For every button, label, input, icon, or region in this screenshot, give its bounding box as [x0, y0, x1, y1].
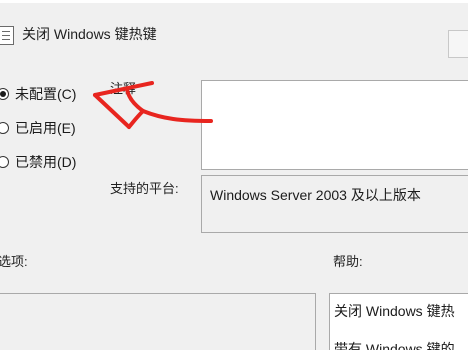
help-panel: 关闭 Windows 键热 带有 Windows 键的 — [329, 293, 468, 350]
help-line-1: 关闭 Windows 键热 — [334, 303, 455, 319]
radio-disabled-circle[interactable] — [0, 156, 9, 168]
radio-enabled[interactable]: 已启用(E) — [0, 118, 76, 138]
policy-setting-dialog: 关闭 Windows 键热键 未配置(C) 已启用(E) 已禁用(D) 注释 支… — [0, 0, 468, 350]
window-title: 关闭 Windows 键热键 — [22, 26, 157, 42]
comment-textarea[interactable] — [201, 80, 468, 170]
options-panel — [0, 293, 316, 350]
supported-on-value: Windows Server 2003 及以上版本 — [210, 187, 421, 203]
supported-on-label: 支持的平台: — [110, 181, 179, 196]
radio-not-configured[interactable]: 未配置(C) — [0, 84, 76, 104]
help-line-2: 带有 Windows 键的 — [334, 341, 455, 350]
supported-on-box: Windows Server 2003 及以上版本 — [201, 175, 468, 233]
options-label: 选项: — [0, 254, 28, 269]
radio-not-configured-circle[interactable] — [0, 88, 9, 100]
window-top-edge — [0, 0, 468, 3]
comment-label: 注释 — [110, 81, 137, 96]
radio-disabled[interactable]: 已禁用(D) — [0, 152, 76, 172]
radio-not-configured-label: 未配置(C) — [15, 86, 77, 102]
radio-enabled-circle[interactable] — [0, 122, 9, 134]
window-corner-button[interactable] — [448, 30, 468, 58]
radio-disabled-label: 已禁用(D) — [15, 154, 77, 170]
policy-setting-icon — [0, 26, 14, 45]
help-label: 帮助: — [333, 254, 363, 269]
radio-enabled-label: 已启用(E) — [15, 120, 76, 136]
